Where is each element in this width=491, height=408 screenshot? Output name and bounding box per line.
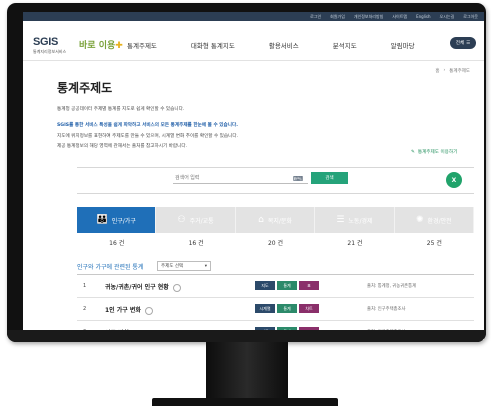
list-item[interactable]: 1 귀농/귀촌/귀어 인구 현황 지도 통계 표 출처: 통계청, 귀농귀촌통계 (77, 275, 474, 298)
list-item[interactable]: 2 1인 가구 변화 시계열 통계 차트 출처: 인구주택총조사 (77, 298, 474, 321)
tab-count: 16 건 (109, 240, 125, 247)
row-source: 출처: 통계청, 귀농귀촌통계 (367, 284, 417, 289)
theme-select-value: 주제도 선택 (161, 264, 184, 269)
people-icon: 👪 (96, 215, 108, 225)
tab-label: 주거/교통 (189, 217, 214, 225)
help-icon[interactable] (172, 283, 181, 292)
screen: 로그인 회원가입 개인정보처리방침 사이트맵 English 오시는길 로그아웃 SGIS … (23, 12, 484, 340)
search-button[interactable]: 검색 (311, 172, 348, 184)
tab-count: 16 건 (188, 240, 204, 247)
util-link[interactable]: English (416, 14, 430, 19)
monitor-bezel: 로그인 회원가입 개인정보처리방침 사이트맵 English 오시는길 로그아웃 SGIS … (7, 3, 486, 342)
util-link[interactable]: 사이트맵 (392, 14, 407, 20)
tab-category[interactable]: ⚇ 주거/교통 (156, 207, 236, 233)
tab-category[interactable]: ☰ 노동/경제 (315, 207, 395, 233)
row-source: 출처: 인구주택총조사 (367, 307, 406, 312)
all-menu-button[interactable]: 전체 ☰ (450, 37, 476, 49)
all-menu-label: 전체 (455, 41, 465, 46)
excel-download-icon[interactable]: X (446, 172, 462, 188)
breadcrumb-current: 통계주제도 (449, 69, 470, 74)
nav-item-interactive-map[interactable]: 대화형 통계지도 (191, 40, 235, 50)
monitor-mockup: 로그인 회원가입 개인정보처리방침 사이트맵 English 오시는길 로그아웃 SGIS … (0, 0, 491, 408)
nav-item-theme-map[interactable]: 통계주제도 (127, 40, 157, 50)
chevron-down-icon: ▾ (204, 263, 207, 269)
row-tag[interactable]: 표 (299, 281, 319, 290)
tab-label: 인구/가구 (111, 217, 136, 225)
monitor-chin (7, 330, 486, 342)
page-desc-2: SGIS를 통한 서비스 특성을 쉽게 파악하고 서비스의 모든 통계주제를 한… (57, 123, 238, 128)
nav-item-services[interactable]: 활용서비스 (269, 40, 299, 50)
menu-icon: ☰ (466, 40, 471, 46)
family-icon: ⚇ (177, 215, 186, 225)
row-number: 2 (83, 306, 87, 312)
util-link[interactable]: 로그아웃 (463, 14, 478, 20)
main-nav: 통계주제도 대화형 통계지도 활용서비스 분석지도 알림마당 (127, 40, 415, 50)
util-link[interactable]: 오시는길 (440, 14, 455, 20)
util-link[interactable]: 로그인 (310, 14, 321, 20)
theme-select[interactable]: 주제도 선택 ▾ (157, 261, 211, 271)
chart-icon: ☰ (336, 215, 345, 225)
page-title: 통계주제도 (57, 81, 113, 95)
row-tag[interactable]: 지도 (255, 281, 275, 290)
row-tag[interactable]: 통계 (277, 281, 297, 290)
util-link[interactable]: 개인정보처리방침 (354, 14, 383, 20)
house-icon: ⌂ (258, 215, 264, 225)
related-label: 인구와 가구에 관련된 통계 (77, 264, 144, 271)
category-tabs: 👪 인구/가구 ⚇ 주거/교통 ⌂ 복지/문화 ☰ 노동/경제 ✺ 환경/안전 (77, 207, 475, 233)
sgis-logo[interactable]: SGIS (33, 36, 58, 48)
row-tag[interactable]: 시계열 (255, 304, 275, 313)
row-number: 1 (83, 283, 87, 289)
page-desc-3: 지도에 위치정보를 표현하여 주제도를 만들 수 있으며, 시계열 변화 추이를… (57, 134, 239, 139)
guide-link-label: 통계주제도 이용하기 (417, 150, 458, 155)
row-title-text: 귀농/귀촌/귀어 인구 현황 (105, 284, 169, 291)
tab-count: 25 건 (426, 240, 442, 247)
guide-icon: ✎ (411, 149, 415, 155)
row-tag[interactable]: 통계 (277, 304, 297, 313)
tab-category[interactable]: ⌂ 복지/문화 (235, 207, 316, 233)
page-desc-1: 통계청 공공데이터 주제별 통계를 지도로 쉽게 확인할 수 있습니다. (57, 107, 185, 112)
row-title[interactable]: 1인 가구 변화 (105, 305, 153, 315)
site-header: SGIS 통계지리정보서비스 바로 이용✚ 통계주제도 대화형 통계지도 활용서… (23, 21, 484, 61)
keyboard-icon[interactable]: ⌨ (293, 175, 303, 183)
tab-category[interactable]: ✺ 환경/안전 (394, 207, 475, 233)
nav-item-analysis[interactable]: 분석지도 (333, 40, 357, 50)
tab-category[interactable]: 👪 인구/가구 (77, 207, 157, 233)
row-tag[interactable]: 차트 (299, 304, 319, 313)
nav-item-notice[interactable]: 알림마당 (391, 40, 415, 50)
search-input[interactable] (173, 172, 308, 184)
page-desc-4: 제공 통계정보의 해당 영역에 관해서는 출처를 참고하시기 바랍니다. (57, 144, 188, 149)
chevron-right-icon: › (443, 68, 446, 73)
tab-label: 복지/문화 (267, 217, 292, 225)
service-brand-label: 바로 이용 (79, 41, 116, 51)
tab-label: 노동/경제 (348, 217, 373, 225)
utility-bar: 로그인 회원가입 개인정보처리방침 사이트맵 English 오시는길 로그아웃 (23, 12, 484, 21)
plus-icon: ✚ (115, 41, 123, 51)
bulb-icon: ✺ (416, 215, 424, 225)
monitor-base (152, 398, 338, 406)
breadcrumb-home[interactable]: 홈 (435, 68, 439, 74)
monitor-neck (206, 342, 288, 398)
tab-count: 21 건 (347, 240, 363, 247)
row-title-text: 1인 가구 변화 (105, 307, 141, 314)
util-link[interactable]: 회원가입 (330, 14, 345, 20)
help-icon[interactable] (144, 306, 153, 315)
guide-link[interactable]: ✎ 통계주제도 이용하기 (411, 149, 458, 156)
tab-count: 20 건 (267, 240, 284, 247)
row-title[interactable]: 귀농/귀촌/귀어 인구 현황 (105, 282, 181, 292)
breadcrumb: 홈 › 통계주제도 (435, 68, 470, 74)
tab-label: 환경/안전 (427, 217, 452, 225)
category-counts: 16 건 16 건 20 건 21 건 25 건 (77, 238, 474, 247)
service-brand[interactable]: 바로 이용✚ (79, 38, 123, 51)
logo-subtitle: 통계지리정보서비스 (33, 49, 67, 54)
